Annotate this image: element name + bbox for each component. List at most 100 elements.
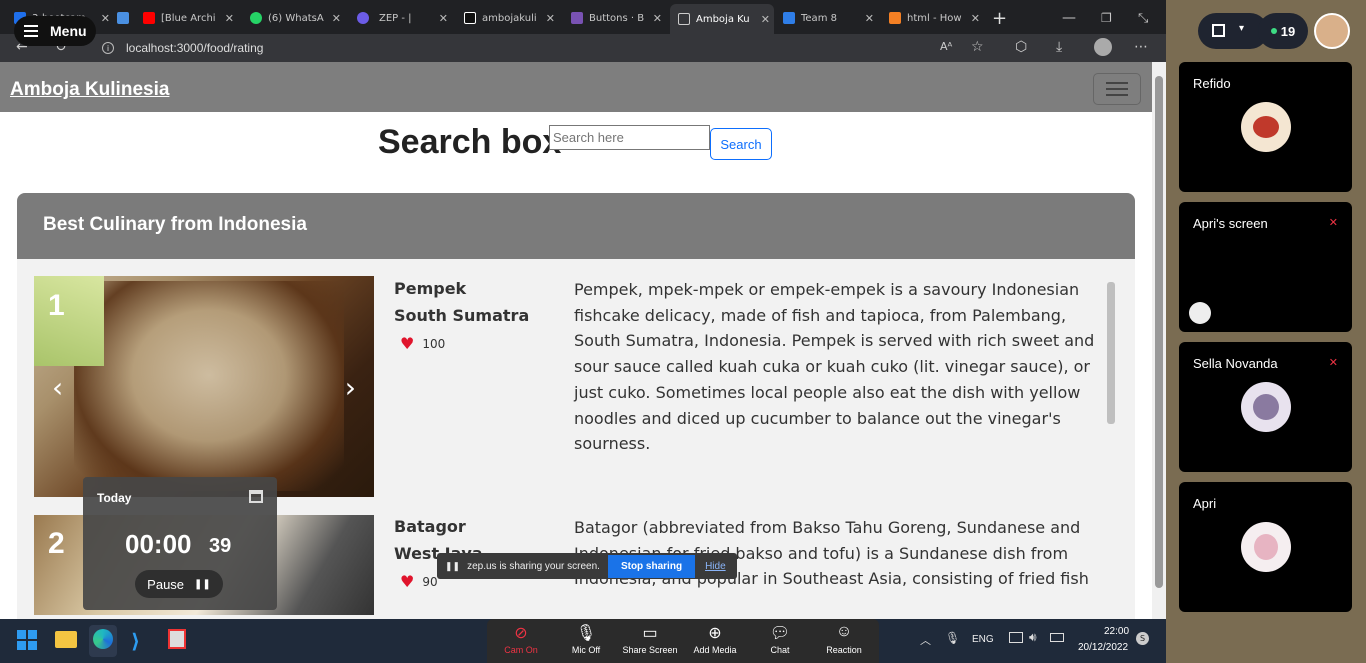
file-explorer-icon[interactable] [55, 631, 77, 648]
calendar-icon[interactable] [249, 490, 263, 503]
browser-tab-bar: 3-bootcam✕ [Blue Archi✕ (6) WhatsA✕ ZEP … [0, 0, 1166, 34]
stackoverflow-icon [889, 12, 901, 24]
timer-time: 00:00 [125, 529, 192, 559]
avatar [1241, 382, 1291, 432]
browser-tab[interactable]: Buttons · B ✕ [571, 6, 666, 30]
like-count[interactable]: ♥ 100 [400, 334, 445, 353]
favorite-icon[interactable]: ☆ [971, 39, 984, 55]
participant-tile[interactable]: Refido [1179, 62, 1352, 192]
browser-tab[interactable]: ambojakuli ✕ [464, 6, 559, 30]
new-tab-icon[interactable]: + [992, 6, 1007, 30]
clock-date[interactable]: 20/12/2022 [1078, 642, 1128, 653]
page-icon [678, 13, 690, 25]
avatar [1189, 302, 1211, 324]
menu-button[interactable]: Menu [14, 16, 96, 46]
vercel-icon [464, 12, 476, 24]
scrollbar-thumb[interactable] [1107, 282, 1115, 424]
chat-icon: 💬︎ [769, 625, 791, 642]
minimize-icon[interactable]: — [1062, 6, 1076, 30]
mic-toggle-button[interactable]: 🎙︎ Mic Off [554, 619, 618, 663]
fullscreen-exit-icon[interactable]: ⤡ [1138, 6, 1148, 30]
self-avatar[interactable] [1314, 13, 1350, 49]
food-name: Batagor [394, 517, 466, 536]
more-icon[interactable]: ⋯ [1134, 39, 1148, 55]
search-button[interactable]: Search [710, 128, 772, 160]
close-icon[interactable]: ✕ [332, 12, 341, 25]
tab-favicon-icon [117, 12, 129, 24]
participant-name: Apri's screen [1193, 216, 1268, 231]
network-icon[interactable] [1009, 632, 1023, 643]
close-icon[interactable]: ✕ [225, 12, 234, 25]
browser-tab-active[interactable]: Amboja Ku ✕ [670, 4, 774, 34]
close-icon[interactable]: ✕ [439, 12, 448, 25]
browser-tab[interactable]: html - How ✕ [889, 6, 984, 30]
browser-tab[interactable]: ZEP - | ✕ [357, 6, 452, 30]
food-name: Pempek [394, 279, 467, 298]
rank-number: 1 [48, 289, 65, 322]
smile-icon: ☺ [835, 623, 853, 640]
close-icon[interactable]: ✕ [653, 12, 662, 25]
restore-icon[interactable]: ❐ [1101, 6, 1112, 30]
mic-icon: 🎙︎ [575, 625, 597, 642]
food-description: Pempek, mpek-mpek or empek-empek is a sa… [574, 280, 1095, 454]
profile-icon[interactable] [1094, 38, 1112, 56]
card-scrollbar[interactable] [1104, 272, 1118, 602]
browser-tab[interactable]: [Blue Archi ✕ [143, 6, 238, 30]
add-media-button[interactable]: ⊕ Add Media [683, 619, 747, 663]
vscode-icon[interactable]: ⟩ [131, 629, 140, 653]
food-origin: South Sumatra [394, 306, 530, 325]
card-title: Best Culinary from Indonesia [43, 214, 307, 235]
carousel-next-icon[interactable]: › [345, 371, 356, 404]
browser-tab[interactable]: (6) WhatsA ✕ [250, 6, 345, 30]
carousel-prev-icon[interactable]: ‹ [52, 371, 63, 404]
brand-link[interactable]: Amboja Kulinesia [10, 79, 169, 101]
layout-icon [1212, 24, 1225, 37]
download-icon[interactable]: ⤓ [1056, 39, 1062, 55]
close-icon[interactable]: ✕ [971, 12, 980, 25]
heart-icon[interactable]: ♥ [400, 334, 414, 353]
participant-tile[interactable]: Apri's screen ✕ [1179, 202, 1352, 332]
pause-button[interactable]: Pause ❚❚ [135, 570, 223, 598]
browser-tab[interactable] [117, 6, 137, 30]
share-screen-button[interactable]: ▭ Share Screen [618, 619, 682, 663]
navbar-toggler-button[interactable] [1093, 73, 1141, 105]
participant-name: Refido [1193, 76, 1231, 91]
like-count[interactable]: ♥ 90 [400, 572, 438, 591]
pause-icon: ❚❚ [194, 578, 211, 590]
search-input[interactable] [549, 125, 710, 150]
close-icon[interactable]: ✕ [546, 12, 555, 25]
edge-icon[interactable] [93, 629, 113, 649]
stop-sharing-button[interactable]: Stop sharing [607, 554, 696, 578]
heart-icon[interactable]: ♥ [400, 572, 414, 591]
read-aloud-icon[interactable]: Aᴬ [940, 40, 952, 53]
close-icon[interactable]: ✕ [865, 12, 874, 25]
mic-tray-icon[interactable]: 🎙︎ [945, 631, 960, 645]
extensions-icon[interactable]: ⬡ [1015, 39, 1027, 55]
camera-toggle-button[interactable]: ⊘ Cam On [489, 619, 553, 663]
snipping-tool-icon[interactable] [168, 629, 186, 649]
participant-tile[interactable]: Apri [1179, 482, 1352, 612]
participant-tile[interactable]: Sella Novanda ✕ [1179, 342, 1352, 472]
chat-button[interactable]: 💬︎ Chat [748, 619, 812, 663]
volume-icon[interactable]: 🔊︎ [1029, 630, 1037, 645]
close-icon[interactable]: ✕ [761, 13, 770, 26]
info-icon[interactable]: i [102, 42, 114, 54]
close-icon[interactable]: ✕ [101, 12, 110, 25]
clock-time[interactable]: 22:00 [1104, 626, 1129, 637]
hamburger-icon [24, 30, 38, 32]
url-field[interactable]: i localhost:3000/food/rating [102, 37, 802, 59]
tray-chevron-icon[interactable]: ︿ [920, 632, 931, 648]
participant-count[interactable]: 19 [1258, 13, 1308, 49]
windows-start-icon[interactable] [17, 630, 37, 650]
hide-link[interactable]: Hide [705, 561, 726, 572]
scrollbar-thumb[interactable] [1155, 76, 1163, 588]
screen-share-notice: ❚❚ zep.us is sharing your screen. Stop s… [437, 553, 737, 579]
language-indicator[interactable]: ENG [972, 634, 994, 645]
reaction-button[interactable]: ☺ Reaction [812, 619, 876, 663]
battery-icon[interactable] [1050, 633, 1064, 642]
page-scrollbar[interactable] [1152, 62, 1166, 619]
mic-muted-icon: ✕ [1328, 356, 1338, 369]
notification-icon[interactable]: S [1136, 632, 1149, 645]
browser-tab[interactable]: Team 8 ✕ [783, 6, 878, 30]
hamburger-icon [1106, 82, 1128, 84]
